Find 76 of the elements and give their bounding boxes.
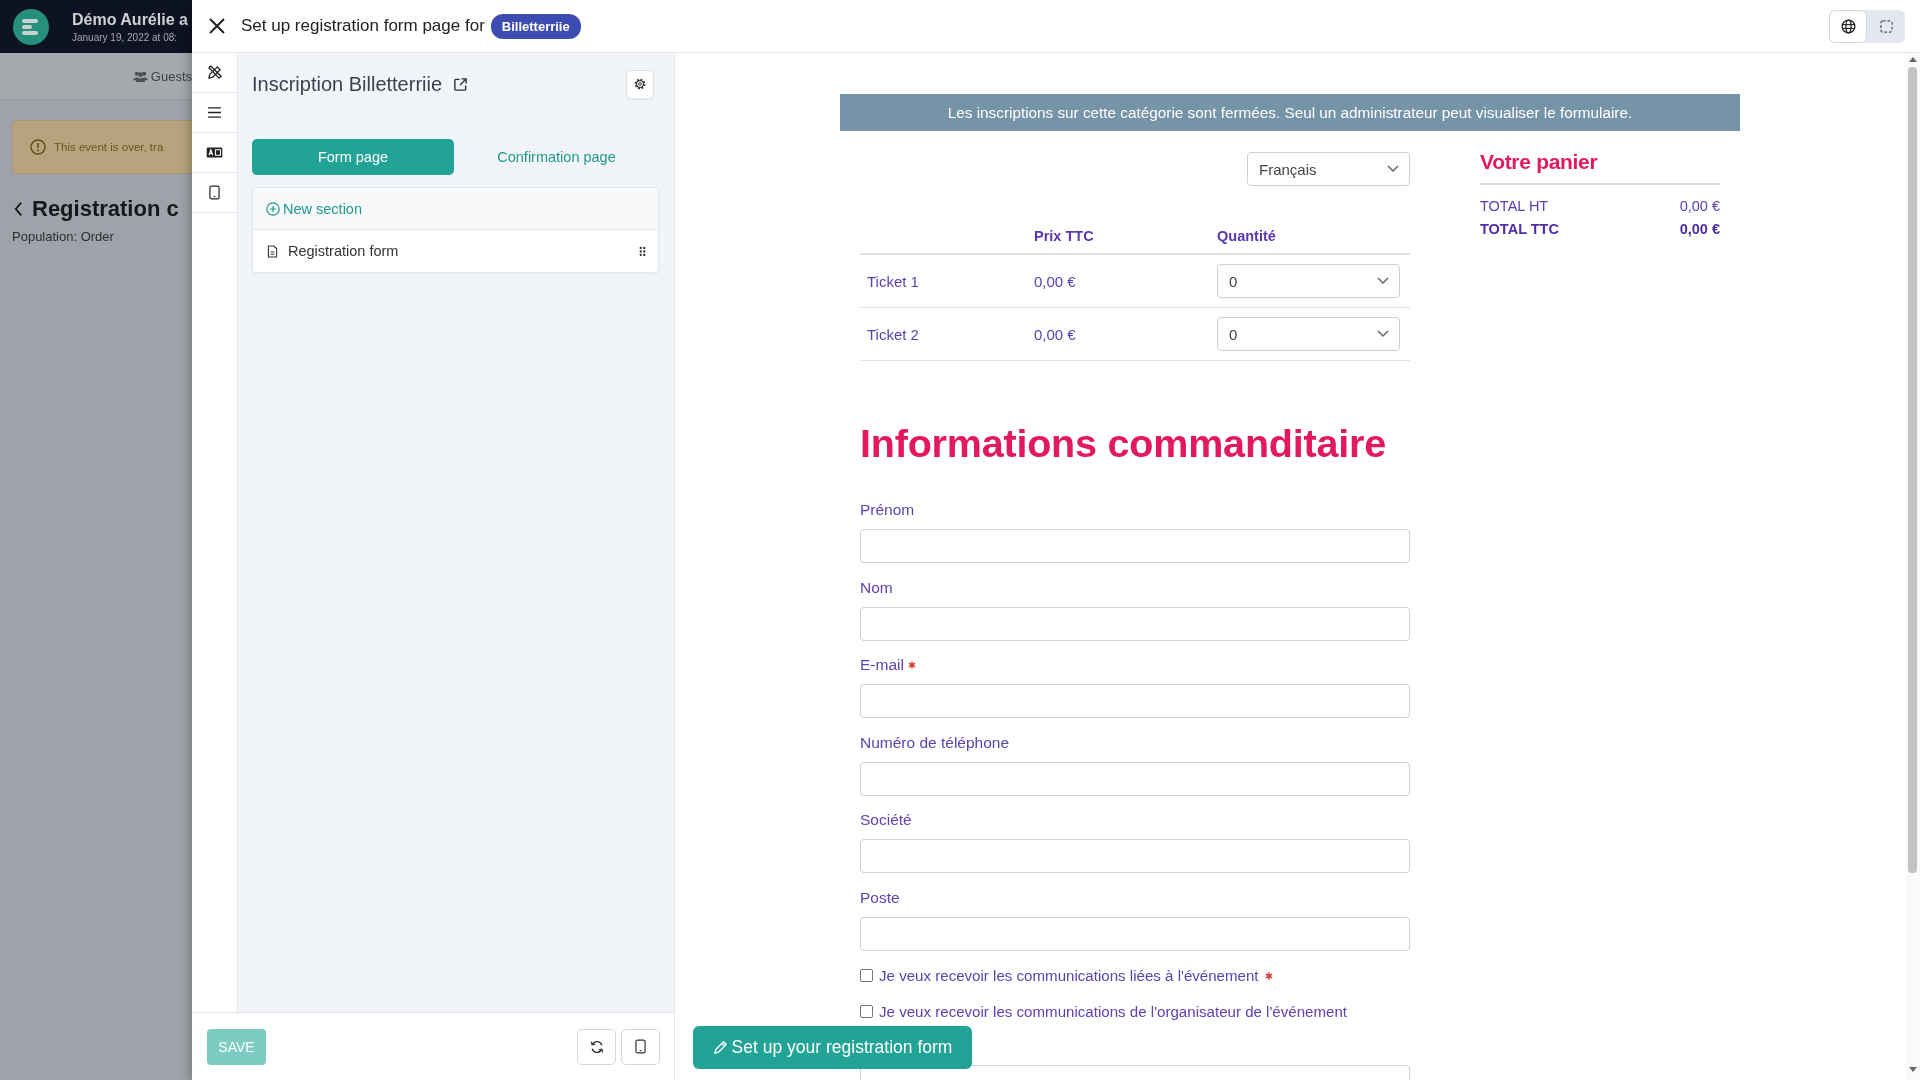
total-label: TOTAL HT <box>1480 197 1549 216</box>
setup-form-button[interactable]: Set up your registration form <box>693 1026 972 1069</box>
input-field[interactable] <box>860 684 1410 719</box>
chevron-down-icon <box>1377 330 1389 338</box>
column-header: Quantité <box>1217 228 1276 244</box>
input-field[interactable] <box>860 606 1410 641</box>
checkbox[interactable] <box>860 1005 873 1019</box>
checkbox-label: Je veux recevoir les communications liées à l'événement <box>879 967 1259 985</box>
field-label: Société <box>860 811 912 830</box>
language-select[interactable]: Français <box>1247 152 1410 186</box>
editor-tab[interactable]: Confirmation page <box>454 139 659 175</box>
quantity-select[interactable]: 0 <box>1217 317 1400 351</box>
input-field[interactable] <box>860 916 1410 951</box>
drag-handle-icon[interactable] <box>639 245 646 257</box>
page-tab[interactable]: Guests <box>132 68 192 84</box>
view-mode-button[interactable] <box>1829 9 1867 43</box>
event-date: January 19, 2022 at 08: <box>72 32 179 43</box>
notice-banner: Les inscriptions sur cette catégorie sont fermées. Seul un administrateur peut visualiser le formulaire. <box>840 94 1740 131</box>
table-cell: Ticket 2 <box>867 325 919 343</box>
frame-icon <box>1879 19 1893 33</box>
section-item[interactable]: Registration form <box>253 230 658 272</box>
field-label: Nom <box>860 578 893 597</box>
globe-icon <box>1840 18 1856 34</box>
page-subtitle: Population: Order <box>12 229 115 244</box>
input-field[interactable] <box>860 529 1410 563</box>
table-cell: Ticket 1 <box>867 272 919 290</box>
quantity-select[interactable]: 0 <box>1217 264 1400 298</box>
scrollbar-track[interactable] <box>1905 53 1920 1080</box>
input-field[interactable] <box>860 839 1410 874</box>
users-icon <box>132 70 148 82</box>
field-label: Numéro de téléphone <box>860 733 1010 752</box>
alert-icon <box>30 139 46 155</box>
chevron-down-icon <box>1387 165 1399 173</box>
checkbox-label: Je veux recevoir les communications de l'organisateur de l'événement <box>879 1003 1348 1021</box>
phone-icon <box>635 1039 646 1054</box>
field-label: Prénom <box>860 501 915 519</box>
mobile-preview-button[interactable] <box>621 1028 660 1065</box>
cart-title: Votre panier <box>1480 147 1720 185</box>
scroll-up-icon[interactable] <box>1908 57 1917 62</box>
scrollbar-thumb[interactable] <box>1908 67 1917 873</box>
checkbox[interactable] <box>860 969 873 983</box>
section-heading: Informations commanditaire <box>860 420 1387 467</box>
new-section-button[interactable]: New section <box>253 188 658 230</box>
logo-icon[interactable] <box>13 8 49 45</box>
menu-icon[interactable] <box>207 107 222 118</box>
document-icon <box>267 244 278 258</box>
field-label: Poste <box>860 888 900 907</box>
total-label: TOTAL TTC <box>1480 220 1559 239</box>
total-value: 0,00 € <box>1679 220 1720 239</box>
page-name: Inscription Billetterriie <box>252 72 443 96</box>
card-icon[interactable] <box>206 147 223 158</box>
dialog-title: Set up registration form page for <box>241 16 485 36</box>
scroll-down-icon[interactable] <box>1908 1067 1917 1072</box>
close-icon[interactable] <box>208 17 226 35</box>
event-badge: Billetterriie <box>490 13 581 39</box>
settings-button[interactable] <box>626 69 654 99</box>
back-icon[interactable] <box>14 201 23 217</box>
editor-tab[interactable]: Form page <box>252 139 454 175</box>
refresh-button[interactable] <box>577 1028 616 1065</box>
page-title: Registration c <box>32 196 179 222</box>
pencil-icon <box>712 1040 728 1055</box>
alert-text: This event is over, tra <box>54 141 164 153</box>
input-field[interactable] <box>860 761 1410 796</box>
table-cell: 0,00 € <box>1034 325 1076 343</box>
phone-icon[interactable] <box>209 185 220 200</box>
column-header: Prix TTC <box>1034 228 1094 244</box>
external-link-icon[interactable] <box>453 76 469 92</box>
total-value: 0,00 € <box>1679 197 1720 216</box>
pencil-ruler-icon[interactable] <box>207 65 222 80</box>
settings-icon <box>634 78 646 90</box>
refresh-icon <box>589 1039 604 1054</box>
chevron-down-icon <box>1377 277 1389 285</box>
event-title: Démo Aurélie a <box>72 10 188 30</box>
table-cell: 0,00 € <box>1034 272 1076 290</box>
field-label: E-mail <box>860 656 904 675</box>
plus-circle-icon <box>266 201 280 216</box>
